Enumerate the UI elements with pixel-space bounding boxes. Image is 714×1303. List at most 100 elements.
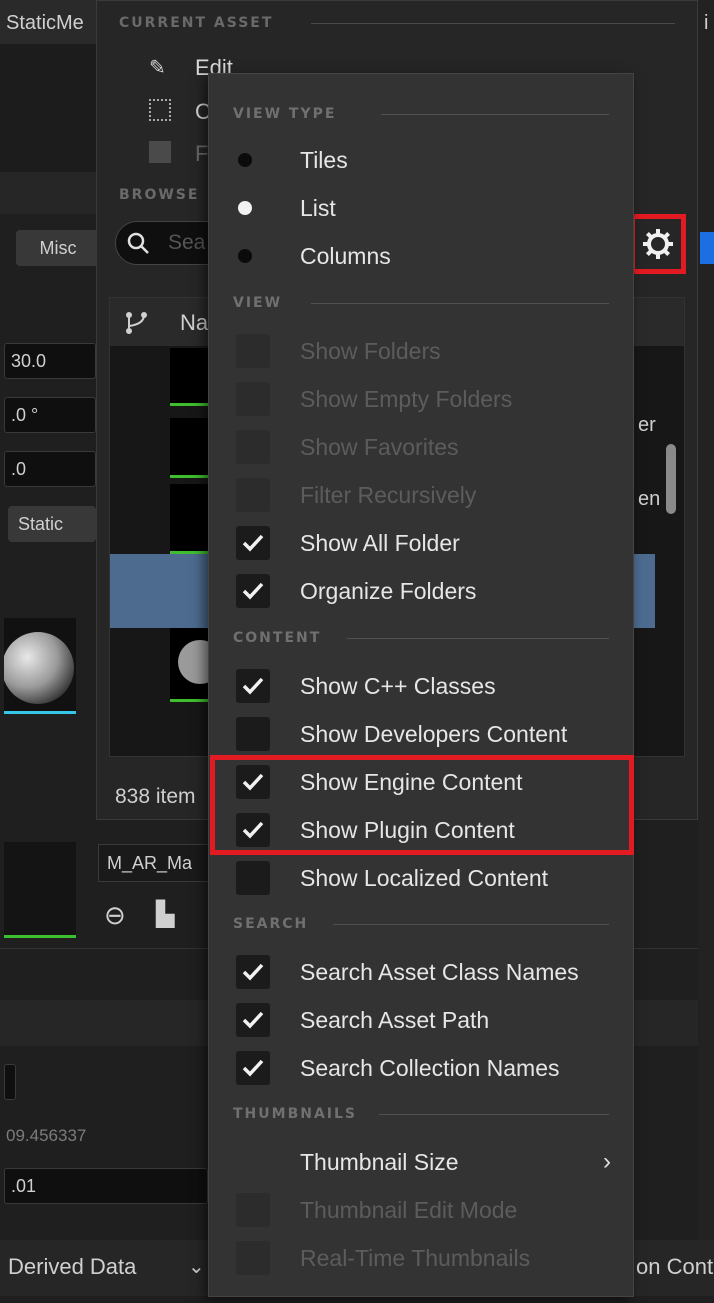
- value-field[interactable]: [4, 1064, 16, 1100]
- checkbox-checked: [236, 574, 270, 608]
- section-divider: [381, 114, 609, 115]
- view-type-section-label: VIEW TYPE: [233, 106, 337, 122]
- asset-thumbnail[interactable]: [170, 348, 210, 406]
- highlight-engine-plugin-content: [210, 755, 634, 855]
- view-options-button[interactable]: [640, 224, 676, 264]
- details-header: StaticMe: [0, 0, 96, 44]
- asset-name-value: M_AR_Ma: [107, 853, 193, 873]
- real-time-thumbnails-option[interactable]: Real-Time Thumbnails: [209, 1234, 633, 1282]
- source-control-icon[interactable]: [124, 310, 150, 336]
- show-all-folder-option[interactable]: Show All Folder: [209, 519, 633, 567]
- thumbnail-accent: [4, 935, 76, 938]
- content-section-label: CONTENT: [233, 630, 322, 646]
- sphere-preview-icon: [178, 640, 222, 684]
- option-label: Show Favorites: [300, 434, 459, 460]
- pencil-icon: ✎: [149, 57, 166, 79]
- value-field[interactable]: .0: [4, 451, 96, 487]
- asset-name-fragment: en: [638, 488, 661, 510]
- option-label: Show C++ Classes: [300, 673, 496, 699]
- asset-name-field[interactable]: M_AR_Ma: [98, 844, 210, 882]
- option-label: Thumbnail Size: [300, 1149, 459, 1175]
- checkbox: [236, 861, 270, 895]
- view-type-list[interactable]: List: [209, 184, 633, 232]
- value-field[interactable]: .0 °: [4, 397, 96, 433]
- option-label: Search Asset Class Names: [300, 959, 579, 985]
- paste-icon: [149, 141, 171, 163]
- search-section-label: SEARCH: [233, 916, 309, 932]
- value-field[interactable]: 30.0: [4, 343, 96, 379]
- option-label: Real-Time Thumbnails: [300, 1245, 531, 1271]
- checkbox-checked: [236, 1051, 270, 1085]
- checkmark-icon: [242, 1059, 264, 1077]
- find-label: F: [195, 141, 209, 166]
- derived-data-label[interactable]: Derived Data: [8, 1254, 136, 1280]
- show-folders-option[interactable]: Show Folders: [209, 327, 633, 375]
- thumbnails-section-label: THUMBNAILS: [233, 1106, 358, 1122]
- asset-thumbnail[interactable]: [170, 484, 210, 554]
- misc-button-label: Misc: [39, 238, 77, 258]
- show-developers-content-option[interactable]: Show Developers Content: [209, 710, 633, 758]
- checkbox: [236, 1241, 270, 1275]
- option-label: Search Asset Path: [300, 1007, 490, 1033]
- highlight-settings: [630, 214, 686, 274]
- value-readonly: 09.456337: [6, 1126, 87, 1145]
- option-label: Show Developers Content: [300, 721, 568, 747]
- misc-button[interactable]: Misc: [16, 230, 100, 266]
- chevron-down-icon[interactable]: ⌄: [188, 1254, 205, 1279]
- option-label: Show Empty Folders: [300, 386, 513, 412]
- thumbnail-accent: [170, 475, 210, 478]
- mobility-static-button[interactable]: Static: [8, 506, 96, 542]
- checkmark-icon: [242, 963, 264, 981]
- checkbox: [236, 1193, 270, 1227]
- value-field[interactable]: .01: [4, 1168, 208, 1204]
- show-cpp-classes-option[interactable]: Show C++ Classes: [209, 662, 633, 710]
- details-header-title: StaticMe: [6, 12, 84, 34]
- right-strip-char: i: [704, 12, 709, 34]
- item-count: 838 item: [115, 785, 196, 808]
- asset-list-scrollbar[interactable]: [666, 444, 676, 514]
- radio-button-selected: [238, 201, 252, 215]
- asset-name-fragment: er: [638, 414, 656, 436]
- filter-recursively-option[interactable]: Filter Recursively: [209, 471, 633, 519]
- show-empty-folders-option[interactable]: Show Empty Folders: [209, 375, 633, 423]
- thumbnail-size-submenu[interactable]: Thumbnail Size ›: [209, 1138, 633, 1186]
- checkmark-icon: [242, 1011, 264, 1029]
- checkmark-icon: [242, 582, 264, 600]
- right-strip: i: [698, 0, 714, 1240]
- gear-icon: [643, 229, 673, 259]
- search-collection-names-option[interactable]: Search Collection Names: [209, 1044, 633, 1092]
- copy-icon: [149, 99, 171, 121]
- search-asset-path-option[interactable]: Search Asset Path: [209, 996, 633, 1044]
- blue-button[interactable]: [700, 232, 714, 264]
- find-in-browser-icon[interactable]: ▙: [156, 900, 174, 929]
- material-thumbnail[interactable]: [4, 842, 76, 938]
- organize-folders-option[interactable]: Organize Folders: [209, 567, 633, 615]
- view-type-tiles[interactable]: Tiles: [209, 136, 633, 184]
- checkbox: [236, 717, 270, 751]
- search-asset-class-names-option[interactable]: Search Asset Class Names: [209, 948, 633, 996]
- checkmark-icon: [242, 677, 264, 695]
- asset-thumbnail[interactable]: [170, 418, 210, 478]
- thumbnail-edit-mode-option[interactable]: Thumbnail Edit Mode: [209, 1186, 633, 1234]
- view-options-menu: VIEW TYPE Tiles List Columns VIEW Show F…: [208, 73, 634, 1297]
- show-localized-content-option[interactable]: Show Localized Content: [209, 854, 633, 902]
- show-favorites-option[interactable]: Show Favorites: [209, 423, 633, 471]
- checkbox: [236, 334, 270, 368]
- view-type-columns[interactable]: Columns: [209, 232, 633, 280]
- radio-button: [238, 153, 252, 167]
- thumbnail-accent: [170, 403, 210, 406]
- column-name-header[interactable]: Na: [180, 310, 208, 336]
- sphere-preview-icon: [2, 632, 74, 704]
- checkbox-checked: [236, 526, 270, 560]
- asset-thumbnail[interactable]: [170, 628, 222, 702]
- thumbnail-accent: [170, 699, 210, 702]
- radio-button: [238, 249, 252, 263]
- checkbox: [236, 478, 270, 512]
- checkbox: [236, 382, 270, 416]
- details-blank: [0, 44, 96, 174]
- static-label: Static: [18, 514, 64, 534]
- mesh-thumbnail[interactable]: [2, 618, 76, 714]
- browse-to-asset-icon[interactable]: ⊖: [104, 900, 126, 931]
- section-divider: [347, 638, 609, 639]
- option-label: Show Localized Content: [300, 865, 549, 891]
